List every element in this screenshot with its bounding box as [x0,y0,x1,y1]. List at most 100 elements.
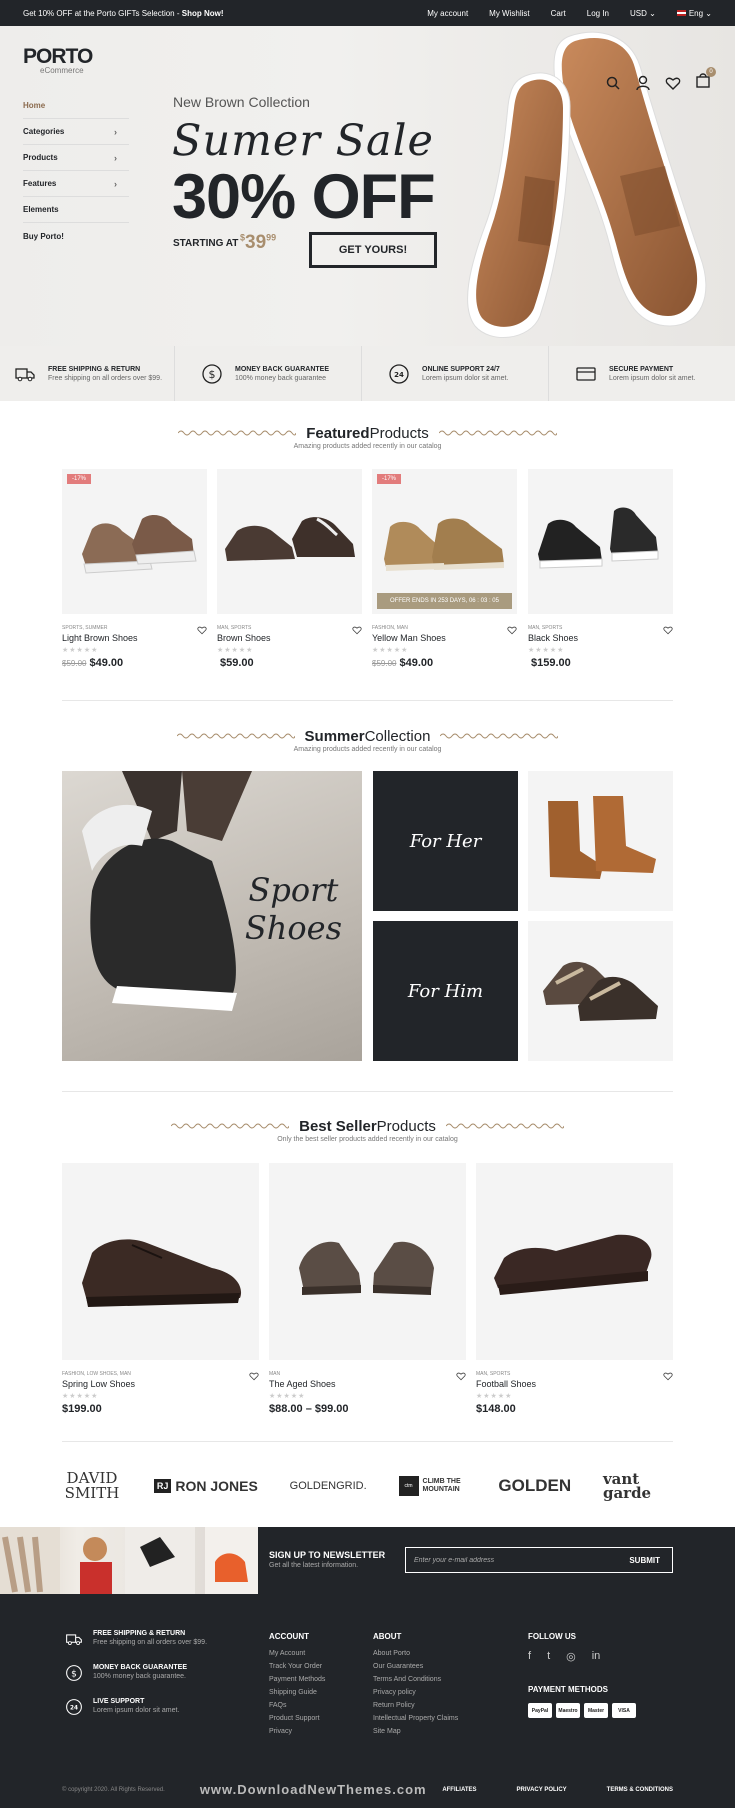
brand-logo[interactable]: RJ RON JONES [153,1478,258,1494]
social-links: f t ◎ in [528,1650,636,1663]
nav-categories[interactable]: Categories › [23,119,129,145]
product-image[interactable] [217,469,362,614]
product-name[interactable]: Spring Low Shoes [62,1379,259,1389]
submit-button[interactable]: SUBMIT [617,1556,672,1565]
metallic-shoes-tile[interactable] [528,921,673,1061]
brand-logo[interactable]: GOLDENGRID. [290,1480,367,1492]
heart-icon[interactable] [665,75,681,91]
email-input[interactable] [406,1556,618,1564]
product-card[interactable]: -17% SPORTS, SUMMER Light Brown Shoes ★★… [62,469,207,669]
summer-subtitle: Amazing products added recently in our c… [293,746,442,753]
brand-logo[interactable]: GOLDEN [498,1476,571,1496]
footer-link[interactable]: Site Map [373,1728,458,1735]
product-image[interactable] [476,1163,673,1360]
product-card[interactable]: -17% OFFER ENDS IN 253 DAYS, 06 : 03 : 0… [372,469,517,669]
nav-buy-porto[interactable]: Buy Porto! [23,223,129,249]
product-card[interactable]: MAN, SPORTS Black Shoes ★★★★★ $159.00 [528,469,673,669]
my-wishlist-link[interactable]: My Wishlist [489,9,529,18]
discount-badge: -17% [377,474,402,484]
product-image[interactable] [528,469,673,614]
user-icon[interactable] [635,75,651,91]
feature-secure-payment: SECURE PAYMENT Lorem ipsum dolor sit amet… [549,346,735,401]
top-bar: Get 10% OFF at the Porto GIFTs Selection… [0,0,735,26]
product-image[interactable]: -17% [62,469,207,614]
product-image[interactable] [62,1163,259,1360]
wishlist-heart-icon[interactable] [456,1371,466,1381]
language-select[interactable]: Eng ⌄ [676,9,712,18]
product-category[interactable]: MAN [269,1371,466,1377]
product-category[interactable]: MAN, SPORTS [217,625,362,631]
my-account-link[interactable]: My account [427,9,468,18]
footer-link[interactable]: Payment Methods [269,1676,325,1683]
product-category[interactable]: SPORTS, SUMMER [62,625,207,631]
footer-link[interactable]: Return Policy [373,1702,458,1709]
product-name[interactable]: Brown Shoes [217,633,362,643]
wishlist-heart-icon[interactable] [663,1371,673,1381]
get-yours-button[interactable]: GET YOURS! [309,232,437,268]
footer-link[interactable]: Intellectual Property Claims [373,1715,458,1722]
newsletter-form: SUBMIT [405,1547,673,1573]
search-icon[interactable] [605,75,621,91]
footer-link[interactable]: FAQs [269,1702,325,1709]
terms-link[interactable]: TERMS & CONDITIONS [607,1787,673,1793]
twitter-icon[interactable]: t [547,1650,550,1663]
product-card[interactable]: MAN The Aged Shoes ★★★★★ $88.00 – $99.00 [269,1163,466,1415]
wishlist-heart-icon[interactable] [507,625,517,635]
cart-link[interactable]: Cart [551,9,566,18]
product-category[interactable]: FASHION, MAN [372,625,517,631]
wishlist-heart-icon[interactable] [352,625,362,635]
linkedin-icon[interactable]: in [592,1650,601,1663]
product-card[interactable]: MAN, SPORTS Brown Shoes ★★★★★ $59.00 [217,469,362,669]
brand-logo[interactable]: vant garde [603,1472,673,1501]
affiliates-link[interactable]: AFFILIATES [442,1787,476,1793]
footer-link[interactable]: Product Support [269,1715,325,1722]
footer-link[interactable]: Track Your Order [269,1663,325,1670]
footer-features: FREE SHIPPING & RETURN Free shipping on a… [65,1630,207,1732]
wave-decoration [445,1123,564,1129]
wishlist-heart-icon[interactable] [663,625,673,635]
product-card[interactable]: FASHION, LOW SHOES, MAN Spring Low Shoes… [62,1163,259,1415]
footer-link[interactable]: Our Guarantees [373,1663,458,1670]
privacy-policy-link[interactable]: PRIVACY POLICY [517,1787,567,1793]
product-image[interactable] [269,1163,466,1360]
nav-home[interactable]: Home [23,93,129,119]
footer-link[interactable]: My Account [269,1650,325,1657]
for-him-tile[interactable]: For Him [373,921,518,1061]
cart-button[interactable]: 0 [695,67,716,93]
product-name[interactable]: Black Shoes [528,633,673,643]
footer-link[interactable]: Privacy policy [373,1689,458,1696]
currency-select[interactable]: USD ⌄ [630,9,656,18]
product-image[interactable]: -17% OFFER ENDS IN 253 DAYS, 06 : 03 : 0… [372,469,517,614]
footer-link[interactable]: About Porto [373,1650,458,1657]
nav-products[interactable]: Products › [23,145,129,171]
instagram-icon[interactable]: ◎ [566,1650,576,1663]
login-link[interactable]: Log In [587,9,609,18]
product-card[interactable]: MAN, SPORTS Football Shoes ★★★★★ $148.00 [476,1163,673,1415]
nav-elements[interactable]: Elements [23,197,129,223]
sport-shoes-tile[interactable]: Sport Shoes [62,771,362,1061]
brand-logo[interactable]: ctm CLIMB THE MOUNTAIN [398,1476,467,1496]
product-name[interactable]: Yellow Man Shoes [372,633,517,643]
product-name[interactable]: The Aged Shoes [269,1379,466,1389]
brand-logo[interactable]: DAVID SMITH [62,1471,122,1501]
wave-decoration [178,430,297,436]
product-category[interactable]: MAN, SPORTS [476,1371,673,1377]
shop-now-link[interactable]: Shop Now! [182,9,224,18]
footer-link[interactable]: Shipping Guide [269,1689,325,1696]
featured-title-block: FeaturedProducts Amazing products added … [0,424,735,450]
wishlist-heart-icon[interactable] [197,625,207,635]
cart-count-badge: 0 [706,67,716,77]
footer-link[interactable]: Terms And Conditions [373,1676,458,1683]
for-her-tile[interactable]: For Her [373,771,518,911]
product-name[interactable]: Football Shoes [476,1379,673,1389]
nav-features[interactable]: Features › [23,171,129,197]
facebook-icon[interactable]: f [528,1650,531,1663]
product-category[interactable]: MAN, SPORTS [528,625,673,631]
boots-tile[interactable] [528,771,673,911]
wishlist-heart-icon[interactable] [249,1371,259,1381]
footer-link[interactable]: Privacy [269,1728,325,1735]
football-shoe-image [494,1234,652,1295]
product-category[interactable]: FASHION, LOW SHOES, MAN [62,1371,259,1377]
logo[interactable]: PORTO eCommerce [23,45,93,75]
product-name[interactable]: Light Brown Shoes [62,633,207,643]
